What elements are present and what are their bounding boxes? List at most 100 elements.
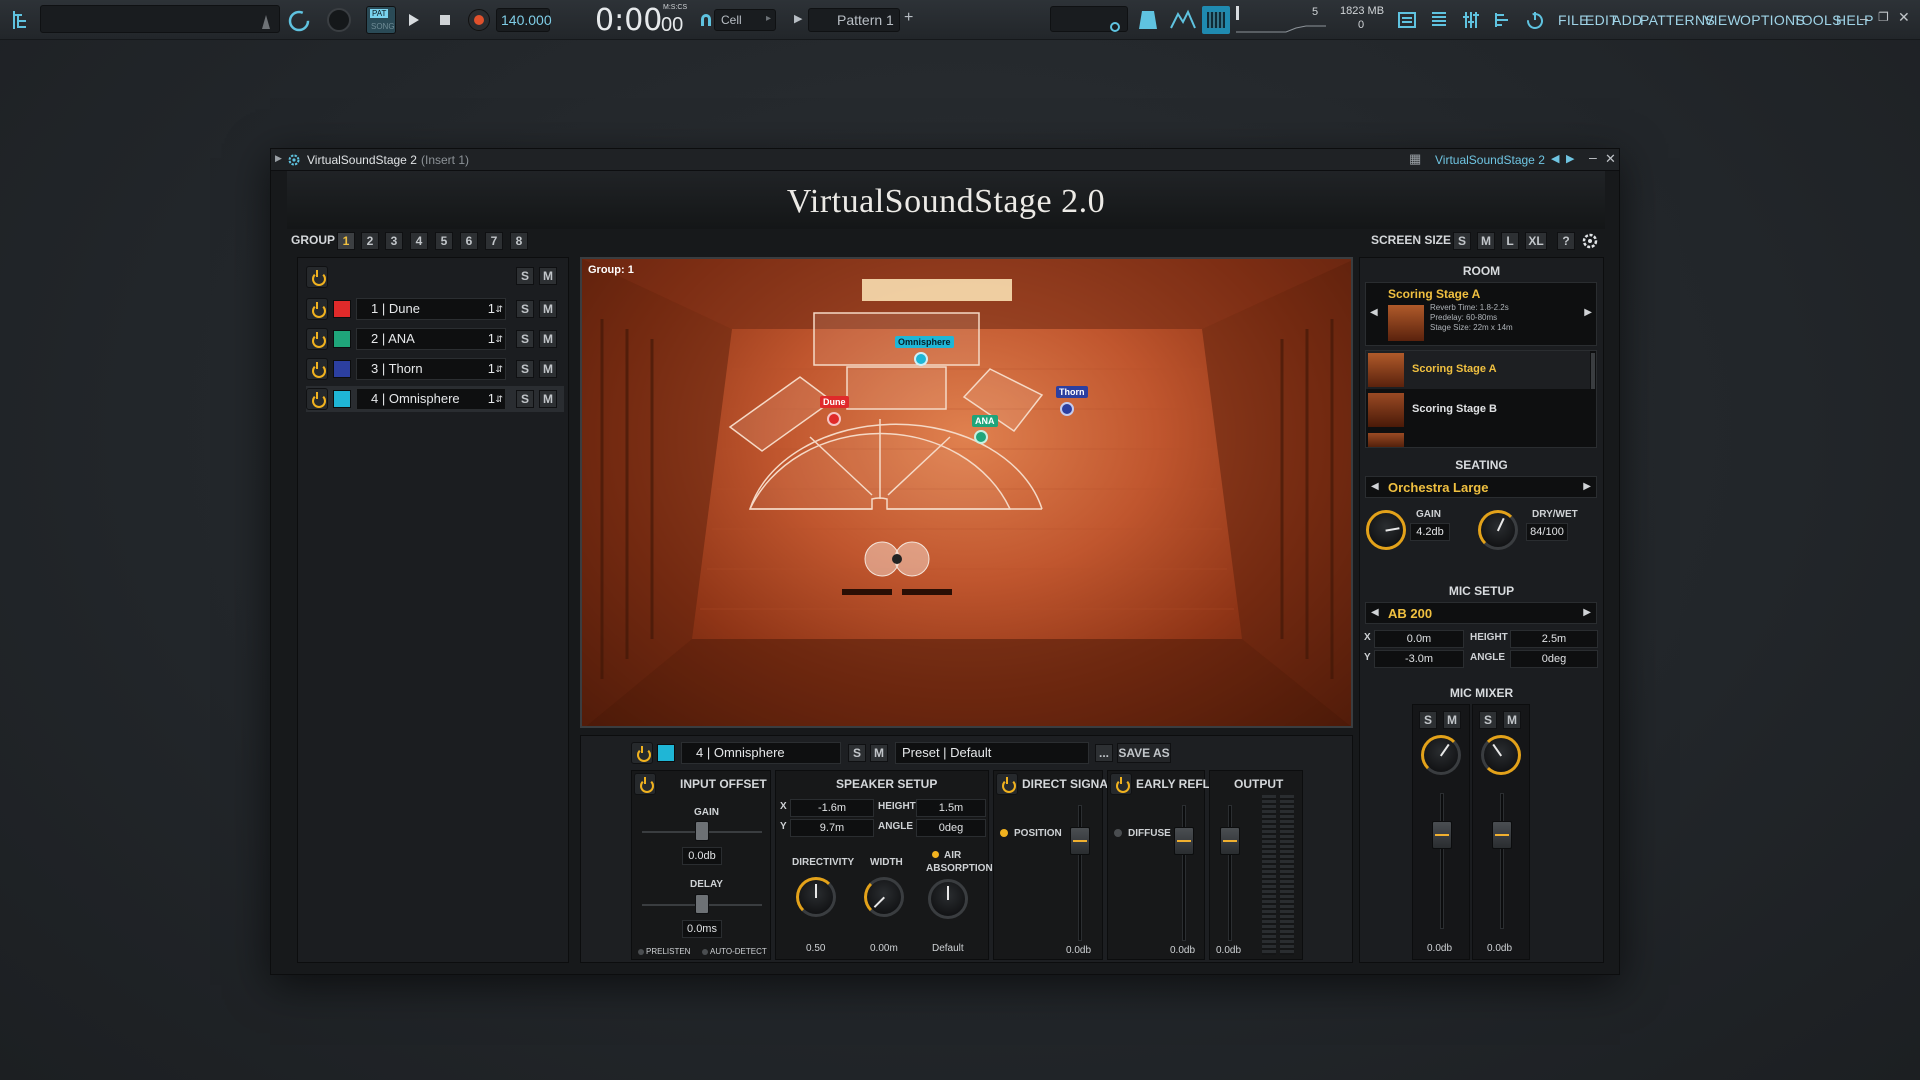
instrument-solo-button[interactable]: S xyxy=(848,744,866,762)
group-7-button[interactable]: 7 xyxy=(485,232,503,250)
track-power-button[interactable] xyxy=(306,388,328,410)
screen-size-l-button[interactable]: L xyxy=(1501,232,1519,250)
mic-setup-selector[interactable]: ◀ AB 200 ▶ xyxy=(1365,602,1597,624)
track-name-field[interactable]: 1 | Dune 1 ⇵ xyxy=(356,298,506,320)
track-color-swatch[interactable] xyxy=(333,300,351,318)
preset-browse-button[interactable]: ... xyxy=(1095,744,1113,762)
seating-selector[interactable]: ◀ Orchestra Large ▶ xyxy=(1365,476,1597,498)
preset-field[interactable]: Preset | Default xyxy=(895,742,1089,764)
next-arrow-icon[interactable]: ▶ xyxy=(1566,152,1574,165)
mic-y-field[interactable]: -3.0m xyxy=(1374,650,1464,668)
refresh-icon[interactable] xyxy=(286,8,312,34)
grid-icon[interactable]: ▦ xyxy=(1409,151,1421,167)
spinner-icon[interactable]: ⇵ xyxy=(495,389,503,409)
room-list-item-a[interactable]: Scoring Stage A xyxy=(1366,351,1590,389)
spinner-icon[interactable]: ⇵ xyxy=(495,299,503,319)
master-volume-knob[interactable] xyxy=(326,7,352,33)
menu-tools[interactable]: TOOLS xyxy=(1793,12,1842,28)
piano-roll-icon[interactable] xyxy=(1492,9,1514,31)
group-6-button[interactable]: 6 xyxy=(460,232,478,250)
speaker-height-field[interactable]: 1.5m xyxy=(916,799,986,817)
play-icon[interactable] xyxy=(408,13,420,27)
auto-detect-toggle[interactable] xyxy=(702,949,708,955)
prev-arrow-icon[interactable]: ◀ xyxy=(1551,152,1559,165)
spinner-icon[interactable]: ⇵ xyxy=(495,329,503,349)
prelisten-toggle[interactable] xyxy=(638,949,644,955)
group-4-button[interactable]: 4 xyxy=(410,232,428,250)
input-gain-value[interactable]: 0.0db xyxy=(682,847,722,865)
track-color-swatch[interactable] xyxy=(333,330,351,348)
seating-gain-knob[interactable] xyxy=(1366,510,1406,550)
track-color-swatch[interactable] xyxy=(333,390,351,408)
speaker-angle-field[interactable]: 0deg xyxy=(916,819,986,837)
instrument-marker-dune[interactable] xyxy=(827,412,841,426)
instrument-marker-omnisphere[interactable] xyxy=(914,352,928,366)
group-mute-button[interactable]: M xyxy=(539,267,557,285)
menu-add[interactable]: ADD xyxy=(1612,12,1642,28)
tempo-display[interactable]: 140.000 xyxy=(496,8,552,32)
mic2-mute-button[interactable]: M xyxy=(1503,711,1521,729)
air-absorption-toggle[interactable] xyxy=(932,851,939,858)
mic-height-field[interactable]: 2.5m xyxy=(1510,630,1598,648)
track-row-2[interactable]: 2 | ANA 1 ⇵ S M xyxy=(306,326,564,352)
mic1-pan-knob[interactable] xyxy=(1421,735,1461,775)
prev-room-arrow-icon[interactable]: ◀ xyxy=(1370,307,1378,318)
mic-x-field[interactable]: 0.0m xyxy=(1374,630,1464,648)
mic-angle-field[interactable]: 0deg xyxy=(1510,650,1598,668)
room-current-card[interactable]: ◀ ▶ Scoring Stage A Reverb Time: 1.8-2.2… xyxy=(1365,282,1597,346)
track-name-field[interactable]: 3 | Thorn 1 ⇵ xyxy=(356,358,506,380)
track-row-4[interactable]: 4 | Omnisphere 1 ⇵ S M xyxy=(306,386,564,412)
position-toggle[interactable] xyxy=(1000,829,1008,837)
group-power-button[interactable] xyxy=(306,266,328,288)
channel-rack-icon[interactable] xyxy=(1428,9,1450,31)
track-row-3[interactable]: 3 | Thorn 1 ⇵ S M xyxy=(306,356,564,382)
track-name-field[interactable]: 4 | Omnisphere 1 ⇵ xyxy=(356,388,506,410)
width-knob[interactable] xyxy=(864,877,904,917)
instrument-marker-ana[interactable] xyxy=(974,430,988,444)
plugin-tab-name[interactable]: VirtualSoundStage 2 xyxy=(1435,153,1545,167)
typing-keyboard-icon[interactable] xyxy=(1136,7,1160,33)
playlist-icon[interactable] xyxy=(1396,9,1418,31)
room-list-item-b[interactable]: Scoring Stage B xyxy=(1366,391,1590,429)
group-solo-button[interactable]: S xyxy=(516,267,534,285)
minimize-icon[interactable]: – xyxy=(1589,149,1597,165)
next-seating-arrow-icon[interactable]: ▶ xyxy=(1583,481,1591,492)
speaker-x-field[interactable]: -1.6m xyxy=(790,799,874,817)
track-row-1[interactable]: 1 | Dune 1 ⇵ S M xyxy=(306,296,564,322)
speaker-y-field[interactable]: 9.7m xyxy=(790,819,874,837)
prev-mic-arrow-icon[interactable]: ◀ xyxy=(1371,607,1379,618)
mic1-fader[interactable] xyxy=(1432,821,1452,849)
mic2-solo-button[interactable]: S xyxy=(1479,711,1497,729)
screen-size-xl-button[interactable]: XL xyxy=(1525,232,1547,250)
add-pattern-icon[interactable]: + xyxy=(904,9,913,27)
track-power-button[interactable] xyxy=(306,328,328,350)
early-refl-power-button[interactable] xyxy=(1110,773,1132,795)
track-solo-button[interactable]: S xyxy=(516,360,534,378)
help-button[interactable]: ? xyxy=(1557,232,1575,250)
mic2-fader[interactable] xyxy=(1492,821,1512,849)
seating-drywet-knob[interactable] xyxy=(1478,510,1518,550)
stage-view[interactable]: Group: 1 Omnisphere Dune ANA Thorn xyxy=(580,257,1353,728)
group-3-button[interactable]: 3 xyxy=(385,232,403,250)
mic2-pan-knob[interactable] xyxy=(1481,735,1521,775)
spinner-icon[interactable]: ⇵ xyxy=(495,359,503,379)
pat-song-toggle[interactable]: PAT SONG xyxy=(366,6,396,34)
group-5-button[interactable]: 5 xyxy=(435,232,453,250)
record-button[interactable] xyxy=(468,9,490,31)
input-gain-slider[interactable] xyxy=(695,821,709,841)
track-solo-button[interactable]: S xyxy=(516,300,534,318)
settings-gear-icon[interactable] xyxy=(1581,232,1599,250)
track-color-swatch[interactable] xyxy=(333,360,351,378)
gear-icon[interactable] xyxy=(287,153,301,167)
wait-input-icon[interactable] xyxy=(1170,8,1196,32)
track-solo-button[interactable]: S xyxy=(516,330,534,348)
prev-seating-arrow-icon[interactable]: ◀ xyxy=(1371,481,1379,492)
group-1-button[interactable]: 1 xyxy=(337,232,355,250)
track-mute-button[interactable]: M xyxy=(539,360,557,378)
track-mute-button[interactable]: M xyxy=(539,330,557,348)
group-2-button[interactable]: 2 xyxy=(361,232,379,250)
mixer-icon[interactable] xyxy=(1460,9,1482,31)
screen-size-s-button[interactable]: S xyxy=(1453,232,1471,250)
early-refl-fader[interactable] xyxy=(1174,827,1194,855)
direct-signal-fader[interactable] xyxy=(1070,827,1090,855)
